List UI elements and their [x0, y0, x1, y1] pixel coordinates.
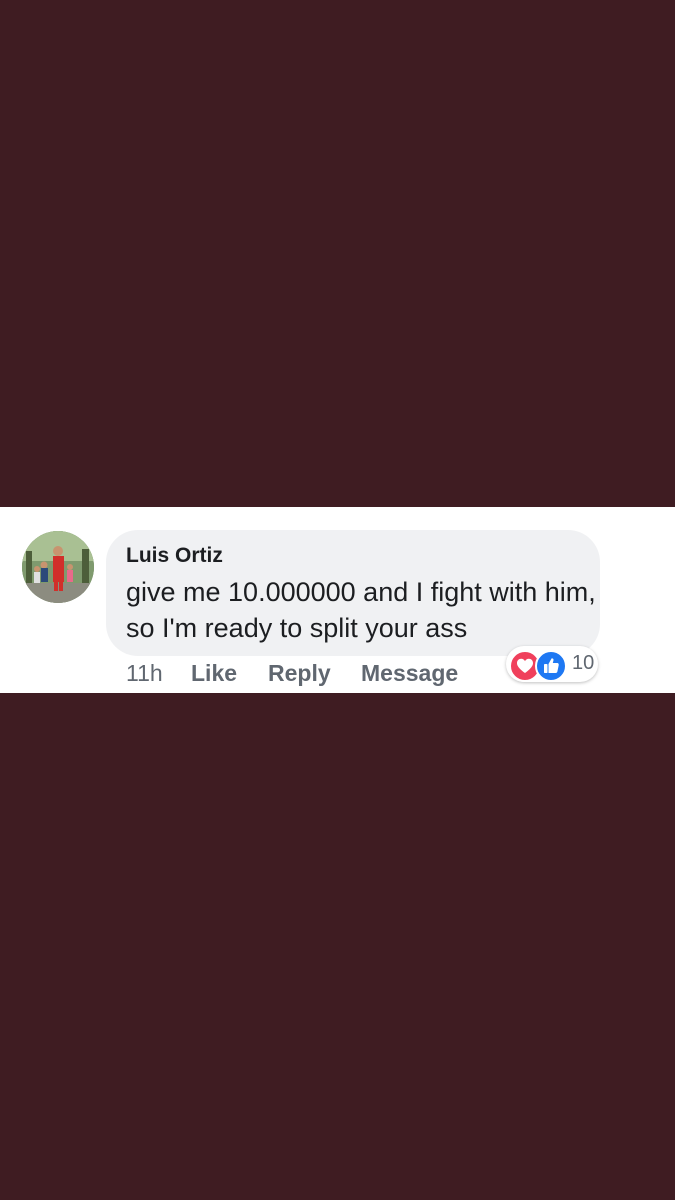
- avatar-photo: [22, 531, 94, 603]
- like-icon: [535, 650, 567, 682]
- comment-timestamp[interactable]: 11h: [126, 660, 163, 687]
- like-button[interactable]: Like: [191, 660, 237, 687]
- message-button[interactable]: Message: [361, 660, 458, 687]
- reaction-count: 10: [572, 652, 595, 674]
- reactions-summary[interactable]: 10: [506, 646, 598, 682]
- comment-author[interactable]: Luis Ortiz: [126, 544, 223, 568]
- comment-text: give me 10.000000 and I fight with him, …: [126, 577, 596, 643]
- avatar[interactable]: [22, 531, 94, 603]
- reply-button[interactable]: Reply: [268, 660, 331, 687]
- comment-bubble: Luis Ortiz give me 10.000000 and I fight…: [106, 530, 600, 656]
- comment-strip: Luis Ortiz give me 10.000000 and I fight…: [0, 507, 675, 693]
